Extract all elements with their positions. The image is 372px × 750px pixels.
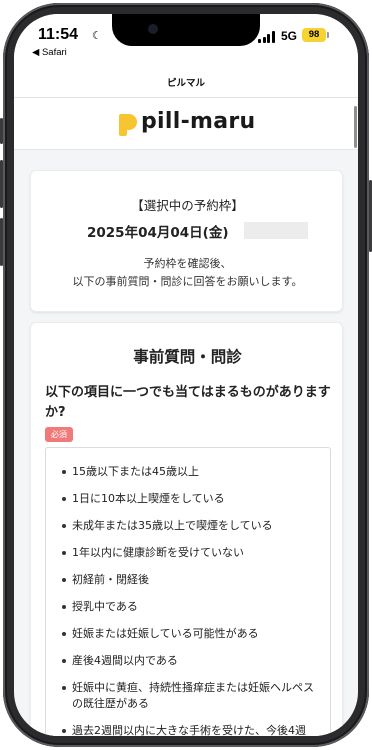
bullet-icon xyxy=(62,497,66,501)
signal-icon xyxy=(258,31,276,43)
bullet-icon xyxy=(62,659,66,663)
volume-up-button xyxy=(0,160,3,208)
moon-icon: ☾ xyxy=(92,29,102,42)
bullet-icon xyxy=(62,551,66,555)
network-type: 5G xyxy=(281,29,298,43)
option-item[interactable]: 妊娠中に黄疸、持続性掻痒症または妊娠ヘルペスの既往歴がある xyxy=(60,680,322,712)
reservation-date: 2025年04月04日(金) xyxy=(87,225,229,241)
bullet-icon xyxy=(62,578,66,582)
option-label: 未成年または35歳以上で喫煙をしている xyxy=(72,519,273,532)
questionnaire-card: 事前質問・問診 以下の項目に一つでも当てはまるものがありますか? 必須 15歳以… xyxy=(30,322,343,736)
scrollbar[interactable] xyxy=(354,106,357,148)
option-item[interactable]: 授乳中である xyxy=(60,599,322,615)
option-label: 産後4週間以内である xyxy=(72,654,178,667)
bullet-icon xyxy=(62,605,66,609)
front-camera xyxy=(148,24,158,34)
option-item[interactable]: 1年以内に健康診断を受けていない xyxy=(60,545,322,561)
bullet-icon xyxy=(62,686,66,690)
option-item[interactable]: 15歳以下または45歳以上 xyxy=(60,464,322,480)
options-list: 15歳以下または45歳以上 1日に10本以上喫煙をしている 未成年または35歳以… xyxy=(45,447,331,736)
reservation-card: 【選択中の予約枠】 2025年04月04日(金) 予約枠を確認後、 以下の事前質… xyxy=(30,170,343,312)
option-label: 妊娠中に黄疸、持続性掻痒症または妊娠ヘルペスの既往歴がある xyxy=(72,681,314,710)
option-label: 授乳中である xyxy=(72,600,138,613)
option-item[interactable]: 過去2週間以内に大きな手術を受けた、今後4週 xyxy=(60,723,322,736)
option-item[interactable]: 初経前・閉経後 xyxy=(60,572,322,588)
bullet-icon xyxy=(62,470,66,474)
status-time: 11:54 xyxy=(38,26,79,43)
phone-frame: 11:54 ☾ ◀ Safari 5G 98 ピルマル pill-maru 【選… xyxy=(0,0,372,750)
bullet-icon xyxy=(62,524,66,528)
logo-bar: pill-maru xyxy=(14,98,358,150)
option-label: 1日に10本以上喫煙をしている xyxy=(72,492,225,505)
option-label: 妊娠または妊娠している可能性がある xyxy=(72,627,259,640)
mute-switch xyxy=(0,118,3,144)
option-label: 15歳以下または45歳以上 xyxy=(72,465,199,478)
volume-down-button xyxy=(0,218,3,266)
notch xyxy=(112,14,260,46)
questionnaire-title: 事前質問・問診 xyxy=(133,348,242,366)
page-title: ピルマル xyxy=(14,72,358,98)
bullet-icon xyxy=(62,632,66,636)
back-to-safari-link[interactable]: ◀ Safari xyxy=(32,47,67,58)
question-text: 以下の項目に一つでも当てはまるものがありますか? xyxy=(45,385,331,420)
option-item[interactable]: 1日に10本以上喫煙をしている xyxy=(60,491,322,507)
battery-tip xyxy=(327,32,329,38)
redacted-time xyxy=(244,222,308,239)
reservation-heading: 【選択中の予約枠】 xyxy=(131,198,244,213)
option-label: 1年以内に健康診断を受けていない xyxy=(72,546,244,559)
option-item[interactable]: 妊娠または妊娠している可能性がある xyxy=(60,626,322,642)
option-item[interactable]: 産後4週間以内である xyxy=(60,653,322,669)
bullet-icon xyxy=(62,729,66,733)
option-label: 過去2週間以内に大きな手術を受けた、今後4週 xyxy=(72,724,306,736)
pill-logo-icon[interactable] xyxy=(119,114,137,136)
required-badge: 必須 xyxy=(45,427,73,442)
option-item[interactable]: 未成年または35歳以上で喫煙をしている xyxy=(60,518,322,534)
reservation-message-line2: 以下の事前質問・問診に回答をお願いします。 xyxy=(72,275,303,288)
brand-logo-text[interactable]: pill-maru xyxy=(141,109,255,134)
battery-icon: 98 xyxy=(302,28,326,42)
screen: 11:54 ☾ ◀ Safari 5G 98 ピルマル pill-maru 【選… xyxy=(14,14,358,736)
option-label: 初経前・閉経後 xyxy=(72,573,149,586)
reservation-message-line1: 予約枠を確認後、 xyxy=(143,257,232,270)
